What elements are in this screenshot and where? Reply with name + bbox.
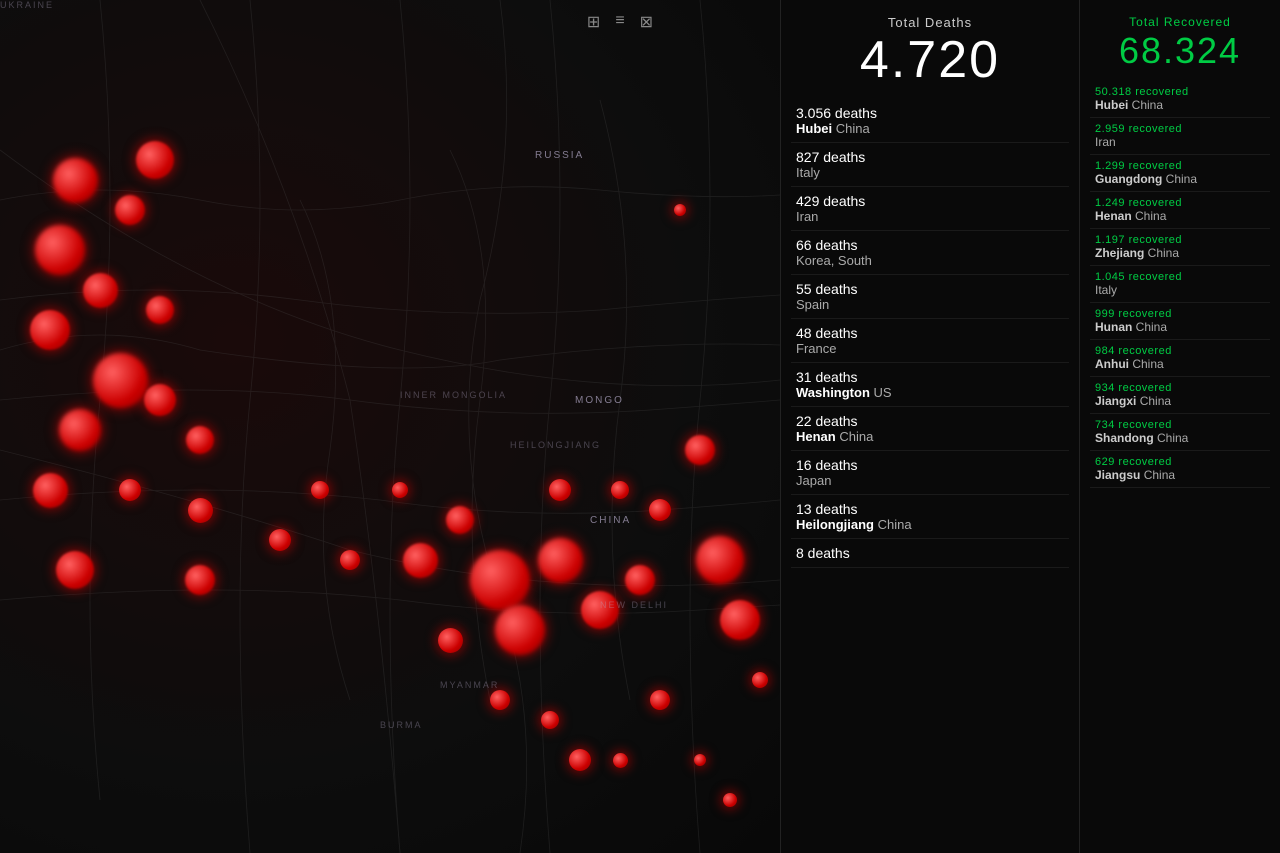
recovered-list-item: 734 recoveredShandong China bbox=[1090, 414, 1270, 451]
recovered-list-item: 984 recoveredAnhui China bbox=[1090, 340, 1270, 377]
deaths-column: Total Deaths 4.720 3.056 deathsHubei Chi… bbox=[781, 0, 1080, 853]
infection-dot bbox=[549, 479, 571, 501]
map-borders bbox=[0, 0, 780, 853]
infection-dot bbox=[33, 473, 68, 508]
infection-dot bbox=[613, 753, 628, 768]
top-toolbar: ⊞ ≡ ⊠ bbox=[587, 12, 653, 32]
list-icon[interactable]: ≡ bbox=[615, 12, 624, 32]
infection-dot bbox=[56, 551, 94, 589]
infection-dot bbox=[538, 538, 583, 583]
death-list-item: 48 deathsFrance bbox=[791, 319, 1069, 363]
death-list-item: 429 deathsIran bbox=[791, 187, 1069, 231]
infection-dot bbox=[30, 310, 70, 350]
infection-dot bbox=[685, 435, 715, 465]
recovered-column: Total Recovered 68.324 50.318 recoveredH… bbox=[1080, 0, 1280, 853]
infection-dot bbox=[495, 605, 545, 655]
death-list-item: 16 deathsJapan bbox=[791, 451, 1069, 495]
recovered-list-item: 2.959 recoveredIran bbox=[1090, 118, 1270, 155]
infection-dot bbox=[188, 498, 213, 523]
recovered-list-item: 1.197 recoveredZhejiang China bbox=[1090, 229, 1270, 266]
infection-dot bbox=[53, 158, 98, 203]
infection-dot bbox=[144, 384, 176, 416]
infection-dot bbox=[119, 479, 141, 501]
deaths-title: Total Deaths bbox=[791, 15, 1069, 30]
grid-icon[interactable]: ⊞ bbox=[587, 12, 600, 32]
infection-dot bbox=[625, 565, 655, 595]
infection-dot bbox=[311, 481, 329, 499]
infection-dot bbox=[696, 536, 744, 584]
recovered-list-item: 629 recoveredJiangsu China bbox=[1090, 451, 1270, 488]
death-list-item: 3.056 deathsHubei China bbox=[791, 99, 1069, 143]
death-list-item: 31 deathsWashington US bbox=[791, 363, 1069, 407]
death-list-item: 827 deathsItaly bbox=[791, 143, 1069, 187]
deaths-list: 3.056 deathsHubei China827 deathsItaly42… bbox=[791, 99, 1069, 568]
infection-dot bbox=[490, 690, 510, 710]
map-background: RUSSIA MONGO CHINA INNER MONGOLIA HEILON… bbox=[0, 0, 780, 853]
recovered-list-item: 999 recoveredHunan China bbox=[1090, 303, 1270, 340]
recovered-title: Total Recovered bbox=[1090, 15, 1270, 29]
infection-dot bbox=[136, 141, 174, 179]
death-list-item: 66 deathsKorea, South bbox=[791, 231, 1069, 275]
death-list-item: 13 deathsHeilongjiang China bbox=[791, 495, 1069, 539]
infection-dot bbox=[446, 506, 474, 534]
death-list-item: 22 deathsHenan China bbox=[791, 407, 1069, 451]
infection-dot bbox=[186, 426, 214, 454]
infection-dot bbox=[649, 499, 671, 521]
infection-dot bbox=[340, 550, 360, 570]
infection-dot bbox=[146, 296, 174, 324]
infection-dot bbox=[694, 754, 706, 766]
recovered-list-item: 1.299 recoveredGuangdong China bbox=[1090, 155, 1270, 192]
infection-dot bbox=[650, 690, 670, 710]
infection-dot bbox=[723, 793, 737, 807]
recovered-list-item: 1.045 recoveredItaly bbox=[1090, 266, 1270, 303]
infection-dot bbox=[541, 711, 559, 729]
qr-icon[interactable]: ⊠ bbox=[640, 12, 653, 32]
death-list-item: 55 deathsSpain bbox=[791, 275, 1069, 319]
infection-dot bbox=[674, 204, 686, 216]
recovered-list-item: 50.318 recoveredHubei China bbox=[1090, 81, 1270, 118]
infection-dot bbox=[35, 225, 85, 275]
infection-dot bbox=[269, 529, 291, 551]
deaths-total: 4.720 bbox=[791, 32, 1069, 89]
infection-dot bbox=[59, 409, 101, 451]
infection-dot bbox=[438, 628, 463, 653]
recovered-total: 68.324 bbox=[1090, 31, 1270, 71]
infection-dot bbox=[720, 600, 760, 640]
infection-dot bbox=[83, 273, 118, 308]
infection-dot bbox=[569, 749, 591, 771]
infection-dot bbox=[403, 543, 438, 578]
recovered-list-item: 934 recoveredJiangxi China bbox=[1090, 377, 1270, 414]
infection-dot bbox=[185, 565, 215, 595]
stats-panel: Total Deaths 4.720 3.056 deathsHubei Chi… bbox=[780, 0, 1280, 853]
recovered-list-item: 1.249 recoveredHenan China bbox=[1090, 192, 1270, 229]
infection-dot bbox=[611, 481, 629, 499]
death-list-item: 8 deaths bbox=[791, 539, 1069, 568]
infection-dot bbox=[93, 353, 148, 408]
infection-dot bbox=[752, 672, 768, 688]
infection-dot bbox=[115, 195, 145, 225]
infection-dot bbox=[392, 482, 408, 498]
infection-dot bbox=[470, 550, 530, 610]
recovered-list: 50.318 recoveredHubei China2.959 recover… bbox=[1090, 81, 1270, 488]
infection-dot bbox=[581, 591, 619, 629]
